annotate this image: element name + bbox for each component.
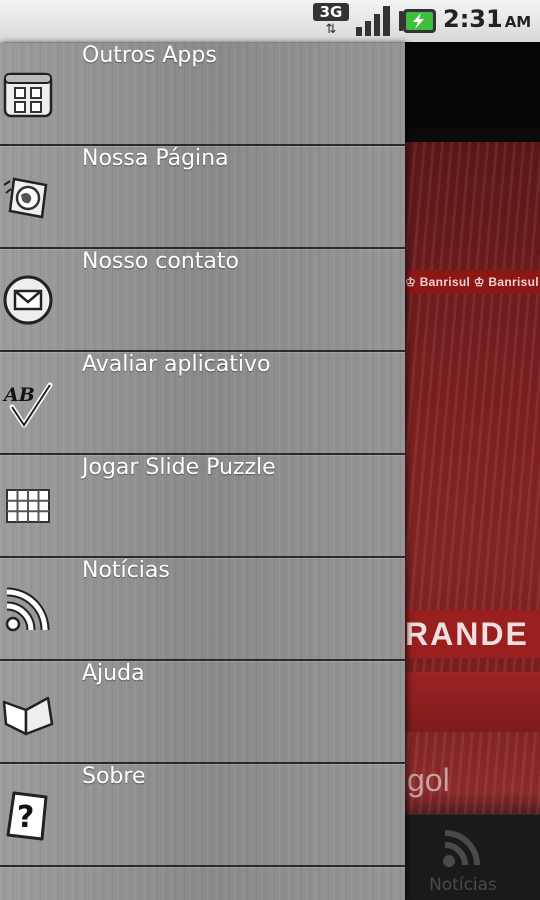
stadium-photo: ♔ Banrisul ♔ Banrisul RANDE gol bbox=[405, 142, 540, 832]
menu-item-label: Jogar Slide Puzzle bbox=[82, 455, 276, 480]
menu-item-outros-apps[interactable]: Outros Apps bbox=[0, 43, 405, 146]
stadium-ad-board: ♔ Banrisul ♔ Banrisul bbox=[405, 270, 540, 294]
book-icon bbox=[2, 686, 54, 738]
clock: 2:31 AM bbox=[443, 5, 531, 37]
menu-item-label: Notícias bbox=[82, 558, 170, 583]
network-activity-arrows: ⇅ bbox=[325, 22, 337, 37]
globe-page-icon bbox=[2, 171, 54, 223]
bottom-tab-bar: Notícias bbox=[405, 814, 540, 900]
rss-icon bbox=[439, 825, 485, 871]
status-bar: 3G ⇅ 2:31 AM bbox=[0, 0, 540, 43]
rss-icon bbox=[2, 583, 54, 635]
network-type: 3G bbox=[313, 3, 349, 21]
tab-noticias-label[interactable]: Notícias bbox=[405, 875, 521, 895]
ab-check-icon: AB bbox=[2, 377, 54, 429]
menu-item-label: Nossa Página bbox=[82, 146, 229, 171]
battery-charging-icon bbox=[398, 8, 438, 34]
menu-item-label: Sobre bbox=[82, 764, 146, 789]
background-app: ♔ Banrisul ♔ Banrisul RANDE gol Notícias bbox=[405, 42, 540, 900]
overlay-text: gol bbox=[407, 762, 450, 798]
menu-item-label: Nosso contato bbox=[82, 249, 239, 274]
svg-text:?: ? bbox=[17, 800, 34, 835]
menu-item-noticias[interactable]: Notícias bbox=[0, 558, 405, 661]
menu-item-jogar-slide-puzzle[interactable]: Jogar Slide Puzzle bbox=[0, 455, 405, 558]
menu-item-label: Avaliar aplicativo bbox=[82, 352, 271, 377]
menu-item-nossa-pagina[interactable]: Nossa Página bbox=[0, 146, 405, 249]
clock-ampm: AM bbox=[504, 13, 532, 31]
question-card-icon: ? bbox=[2, 789, 54, 841]
navigation-drawer: Outros Apps Nossa Página Nosso contato A bbox=[0, 43, 405, 900]
background-header bbox=[405, 42, 540, 128]
menu-item-avaliar-aplicativo[interactable]: AB Avaliar aplicativo bbox=[0, 352, 405, 455]
menu-item-label: Ajuda bbox=[82, 661, 145, 686]
stadium-field bbox=[405, 672, 540, 732]
menu-item-ajuda[interactable]: Ajuda bbox=[0, 661, 405, 764]
stadium-banner: RANDE bbox=[405, 610, 540, 658]
apps-grid-icon bbox=[2, 68, 54, 120]
menu-item-sobre[interactable]: ? Sobre bbox=[0, 764, 405, 867]
envelope-icon bbox=[2, 274, 54, 326]
signal-strength-icon bbox=[355, 5, 393, 37]
svg-text:AB: AB bbox=[2, 384, 35, 406]
clock-time: 2:31 bbox=[443, 5, 503, 33]
puzzle-grid-icon bbox=[2, 480, 54, 532]
menu-item-label: Outros Apps bbox=[82, 43, 217, 68]
menu-item-nosso-contato[interactable]: Nosso contato bbox=[0, 249, 405, 352]
network-3g-icon: 3G ⇅ bbox=[313, 3, 349, 39]
